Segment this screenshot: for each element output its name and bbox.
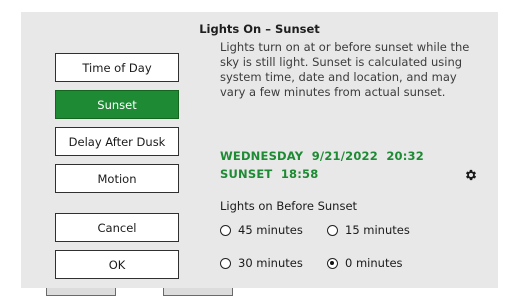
radio-15-minutes[interactable]: 15 minutes xyxy=(327,223,410,237)
radio-circle[interactable] xyxy=(327,224,338,236)
sunset-time: SUNSET 18:58 xyxy=(220,167,319,181)
ok-button[interactable]: OK xyxy=(55,250,179,279)
sunset-button[interactable]: Sunset xyxy=(55,90,179,119)
current-datetime: WEDNESDAY 9/21/2022 20:32 xyxy=(220,149,424,163)
gear-icon[interactable] xyxy=(464,168,478,182)
radio-30-minutes[interactable]: 30 minutes xyxy=(220,256,303,270)
radio-circle[interactable] xyxy=(220,224,231,236)
radio-0-minutes[interactable]: 0 minutes xyxy=(327,256,403,270)
radio-circle[interactable] xyxy=(220,257,231,269)
dialog-title: Lights On – Sunset xyxy=(199,22,320,36)
sunset-dialog: Lights On – Sunset Time of Day Sunset De… xyxy=(21,12,498,288)
motion-button[interactable]: Motion xyxy=(55,164,179,193)
radio-45-minutes[interactable]: 45 minutes xyxy=(220,223,303,237)
delay-after-dusk-button[interactable]: Delay After Dusk xyxy=(55,127,179,156)
radio-label: 30 minutes xyxy=(238,256,303,270)
radio-circle-selected[interactable] xyxy=(327,257,338,269)
radio-label: 15 minutes xyxy=(345,223,410,237)
time-of-day-button[interactable]: Time of Day xyxy=(55,53,179,82)
radio-label: 0 minutes xyxy=(345,256,403,270)
radio-label: 45 minutes xyxy=(238,223,303,237)
before-sunset-heading: Lights on Before Sunset xyxy=(220,199,358,213)
cancel-button[interactable]: Cancel xyxy=(55,213,179,242)
sunset-description: Lights turn on at or before sunset while… xyxy=(220,40,470,99)
